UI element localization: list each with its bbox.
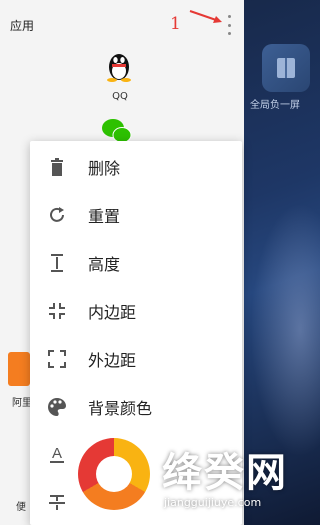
menu-item-label: 内边距	[88, 303, 137, 322]
refresh-icon	[46, 204, 68, 226]
annotation-arrow-icon	[189, 10, 222, 23]
menu-item-outer-padding[interactable]: 外边距	[30, 335, 242, 383]
svg-text:A: A	[52, 445, 62, 462]
menu-item-inner-padding[interactable]: 内边距	[30, 287, 242, 335]
qq-label: QQ	[112, 91, 128, 102]
palette-icon	[46, 396, 68, 418]
height-icon	[46, 252, 68, 274]
trash-icon	[46, 156, 68, 178]
more-options-icon[interactable]	[224, 15, 234, 35]
menu-item-label: 背景颜色	[88, 399, 153, 418]
inner-padding-icon	[46, 300, 68, 322]
annotation-number: 1	[170, 14, 181, 34]
menu-item-label: 重置	[88, 207, 121, 226]
watermark-url: jiangguijiuye.com	[164, 496, 262, 509]
qq-icon[interactable]	[104, 50, 134, 82]
watermark-logo-center	[96, 456, 132, 492]
panel-title: 应用	[10, 19, 35, 33]
menu-item-label: 高度	[88, 255, 121, 274]
strikethrough-icon	[46, 492, 68, 514]
partial-app-icon[interactable]	[8, 352, 30, 386]
outer-padding-icon	[46, 348, 68, 370]
partial-app-label: 阿里	[12, 398, 32, 409]
menu-item-reset[interactable]: 重置	[30, 191, 242, 239]
menu-item-background-color[interactable]: 背景颜色	[30, 383, 242, 431]
book-icon	[277, 58, 295, 78]
home-app-label: 全局负一屏	[250, 100, 300, 111]
partial-app-label: 便	[16, 502, 26, 513]
text-color-icon: A	[46, 444, 68, 466]
menu-item-height[interactable]: 高度	[30, 239, 242, 287]
home-app-icon[interactable]	[262, 44, 310, 92]
menu-item-delete[interactable]: 删除	[30, 143, 242, 191]
menu-item-label: 删除	[88, 159, 121, 178]
watermark-text: 绛癸网	[162, 450, 288, 496]
menu-item-label: 外边距	[88, 351, 137, 370]
